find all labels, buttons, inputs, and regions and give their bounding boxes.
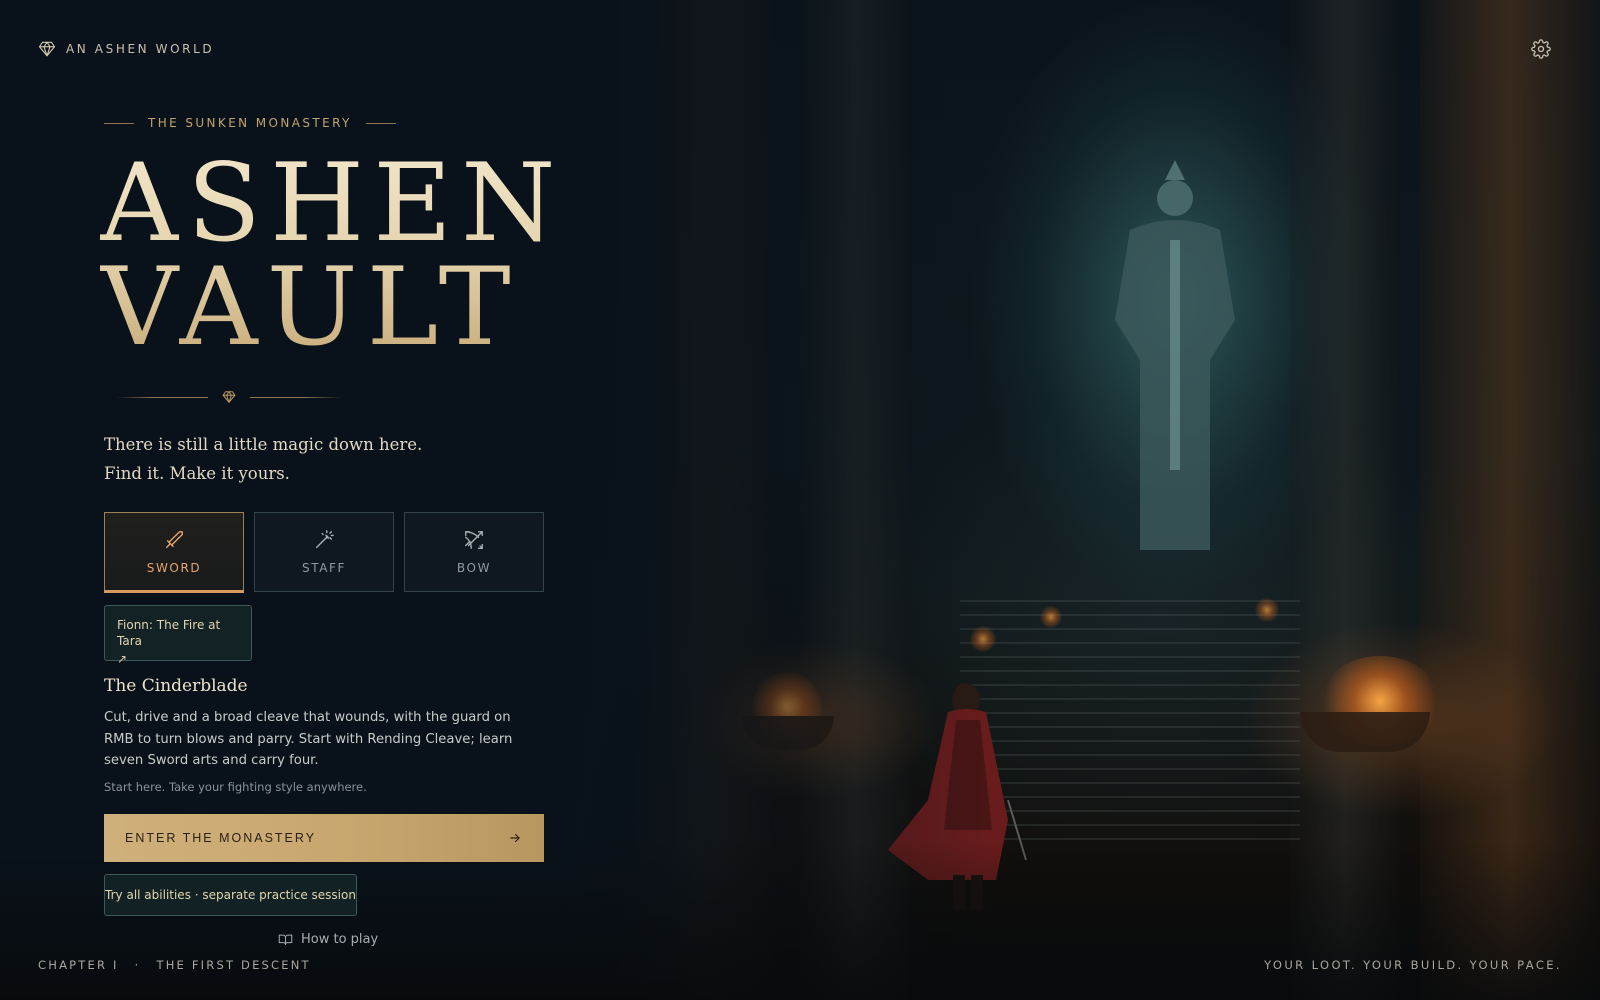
arrow-right-icon [510,833,520,843]
book-icon [278,934,293,945]
weapon-note: Start here. Take your fighting style any… [104,780,367,794]
weapon-option-staff[interactable]: STAFF [254,512,394,592]
enter-monastery-button[interactable]: ENTER THE MONASTERY [104,814,544,862]
weapon-description: Cut, drive and a broad cleave that wound… [104,710,513,768]
weapon-label: BOW [456,561,492,575]
how-to-play-link[interactable]: How to play [278,932,378,947]
practice-session-button[interactable]: Try all abilities · separate practice se… [104,874,357,916]
tagline-line-1: There is still a little magic down here. [104,435,423,454]
magic-wand-icon [315,530,334,549]
lore-link-label: Fionn: The Fire at Tara [117,618,221,648]
tagline: There is still a little magic down here.… [104,430,422,488]
gear-icon [1531,39,1551,59]
eyebrow-text: THE SUNKEN MONASTERY [148,116,352,130]
footer-slogan: YOUR LOOT. YOUR BUILD. YOUR PACE. [1264,958,1562,972]
game-title: ASHEN VAULT [100,152,565,360]
weapon-option-bow[interactable]: BOW [404,512,544,592]
brand-name: AN ASHEN WORLD [66,42,215,56]
weapon-label: SWORD [146,561,202,575]
chapter-indicator: CHAPTER I · THE FIRST DESCENT [38,958,311,972]
enter-button-label: ENTER THE MONASTERY [125,831,317,845]
brand: AN ASHEN WORLD [38,40,214,58]
chapter-number: CHAPTER I [38,958,119,972]
settings-button[interactable] [1530,38,1552,60]
tagline-line-2: Find it. Make it yours. [104,464,290,483]
practice-button-label: Try all abilities · separate practice se… [105,888,356,902]
weapon-selector: SWORD STAFF BOW [104,512,544,593]
eyebrow-rule-left [104,122,134,124]
lore-link-button[interactable]: Fionn: The Fire at Tara ↗ [104,605,252,666]
sword-icon [165,531,183,549]
chapter-name: THE FIRST DESCENT [156,958,311,972]
gem-icon [38,41,56,57]
eyebrow-rule-right [365,122,396,124]
bow-arrow-icon [465,531,483,549]
ornament-divider [116,390,342,404]
footer-separator: · [134,958,141,972]
weapon-name: The Cinderblade [104,676,248,696]
how-to-play-label: How to play [301,932,379,947]
location-eyebrow: THE SUNKEN MONASTERY [104,116,396,130]
title-line-2: VAULT [100,245,520,370]
gem-icon [222,391,236,403]
arrow-up-right-icon: ↗ [117,652,128,666]
weapon-label: STAFF [301,561,347,575]
title-line-1: ASHEN [100,141,565,266]
weapon-option-sword[interactable]: SWORD [104,512,244,593]
